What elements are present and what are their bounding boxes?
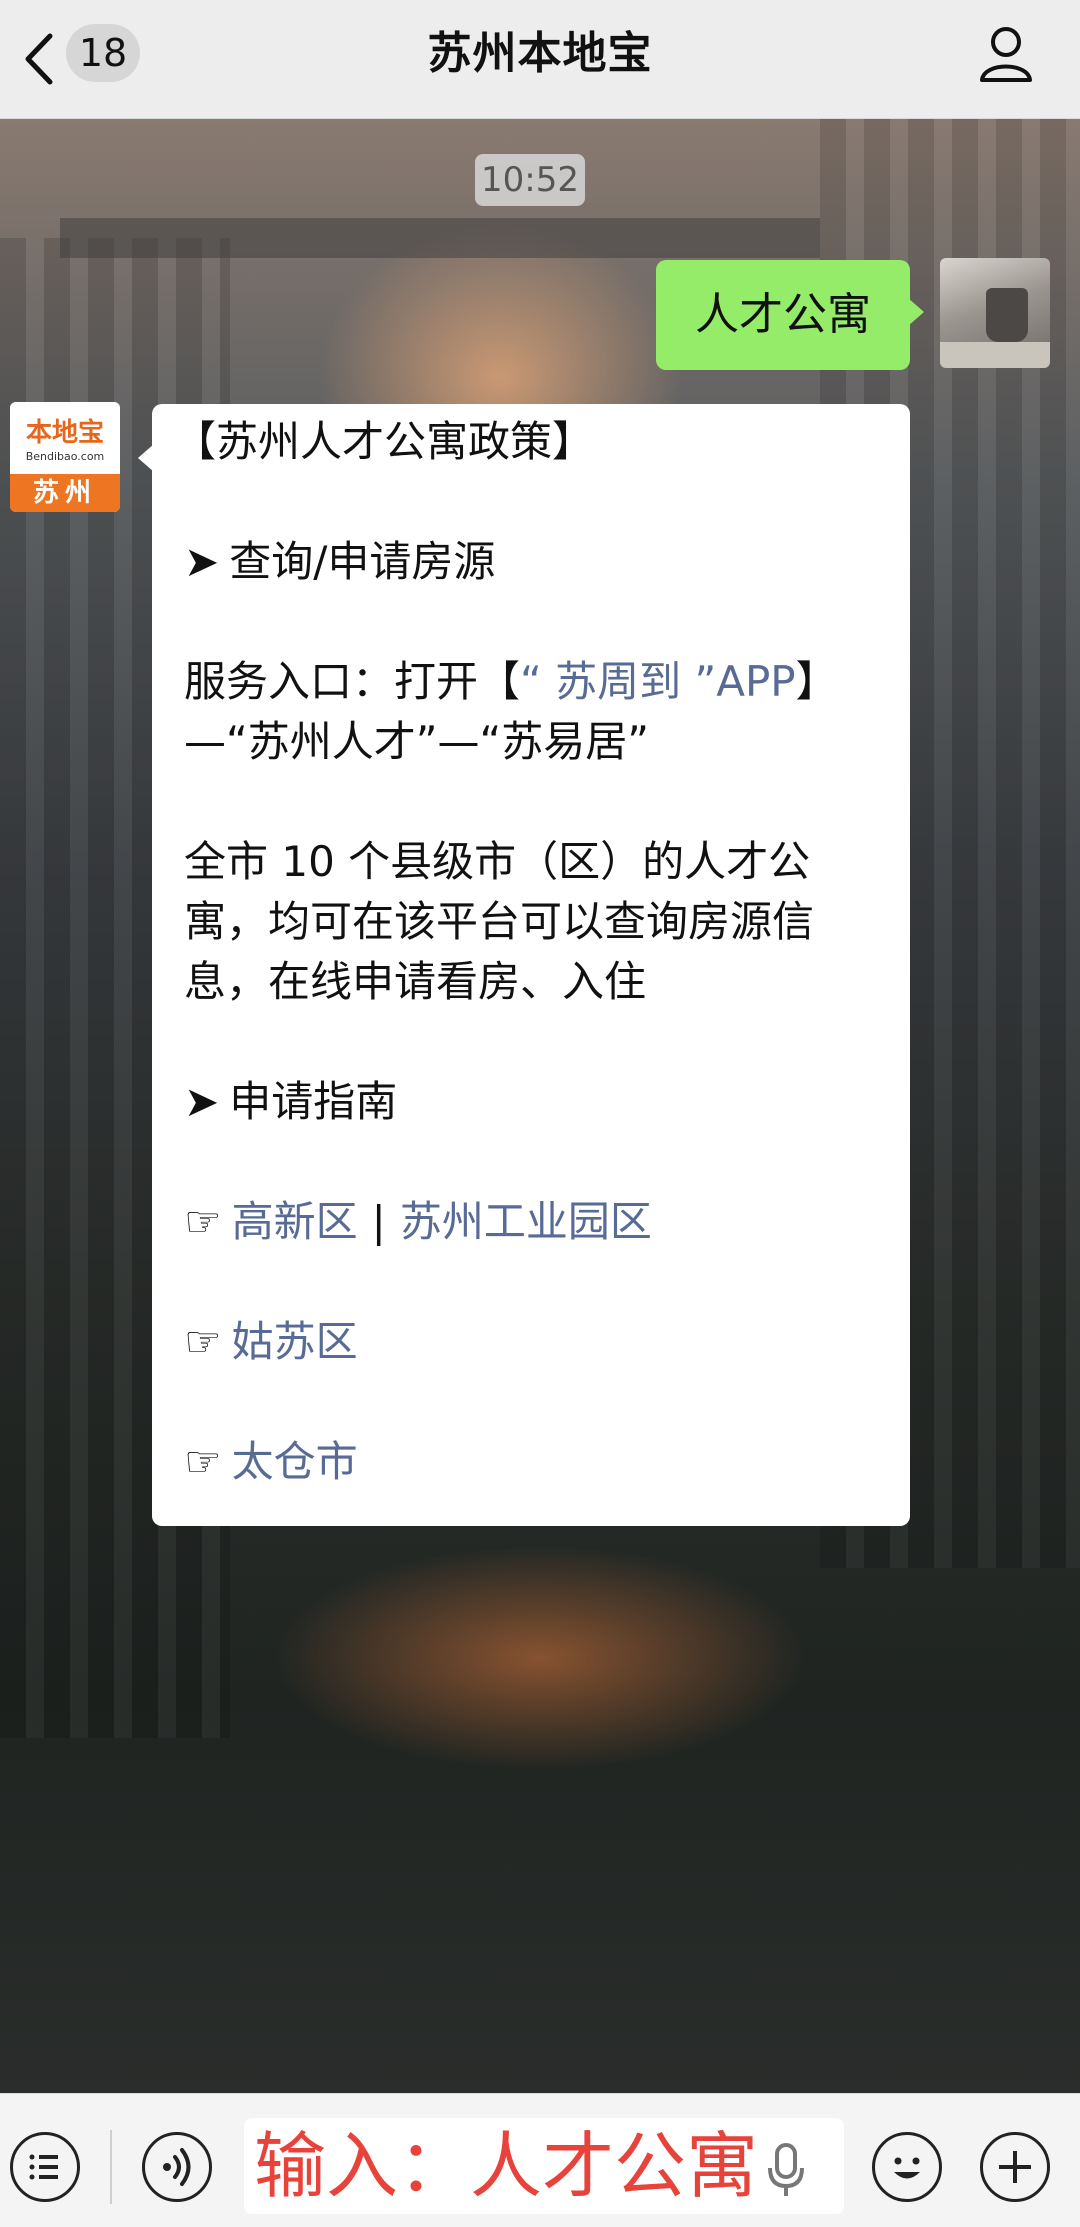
- arrow-icon: ➤: [184, 1077, 220, 1126]
- section-title: 查询/申请房源: [229, 537, 496, 586]
- guide-links-row: ☞ 姑苏区: [184, 1312, 358, 1372]
- voice-toggle-button[interactable]: [142, 2132, 212, 2202]
- title-bar: 18 苏州本地宝: [0, 0, 1080, 119]
- menu-list-icon: [29, 2154, 58, 2180]
- description-line: 息，在线申请看房、入住: [184, 957, 647, 1006]
- received-message-bubble[interactable]: 【苏州人才公寓政策】 ➤ 查询/申请房源 服务入口：打开【“ 苏周到 ”APP】 …: [138, 404, 910, 1526]
- message-input[interactable]: 输入：人才公寓: [244, 2118, 844, 2214]
- bot-avatar[interactable]: 本地宝 Bendibao.com 苏州: [10, 402, 120, 512]
- gusu-district-link[interactable]: 姑苏区: [232, 1317, 358, 1366]
- chat-title: 苏州本地宝: [427, 28, 653, 79]
- gaoxin-district-link[interactable]: 高新区: [232, 1197, 358, 1246]
- pointing-hand-icon: ☞: [184, 1197, 222, 1246]
- avatar-url-text: Bendibao.com: [25, 450, 105, 463]
- section-query-heading: ➤ 查询/申请房源: [184, 532, 495, 592]
- sent-message-bubble[interactable]: 人才公寓: [656, 260, 924, 370]
- avatar-city-text: 苏州: [10, 474, 120, 512]
- guide-links-row: ☞ 高新区 | 苏州工业园区: [184, 1192, 652, 1252]
- section-title: 申请指南: [229, 1077, 398, 1126]
- avatar-photo-detail: [940, 342, 1050, 368]
- emoji-button[interactable]: [872, 2132, 942, 2202]
- menu-button[interactable]: [10, 2132, 80, 2202]
- description-line: 全市 10 个县级市（区）的人才公: [184, 837, 811, 886]
- message-timestamp: 10:52: [475, 154, 585, 206]
- guide-links-row: ☞ 太仓市: [184, 1432, 358, 1492]
- industrial-park-link[interactable]: 苏州工业园区: [400, 1197, 652, 1246]
- pointing-hand-icon: ☞: [184, 1437, 222, 1486]
- reply-heading: 【苏州人才公寓政策】: [174, 417, 595, 466]
- input-bar: 输入：人才公寓: [0, 2093, 1080, 2227]
- link-separator: |: [371, 1197, 386, 1246]
- description-line: 寓，均可在该平台可以查询房源信: [184, 897, 815, 946]
- more-actions-button[interactable]: [980, 2132, 1050, 2202]
- pointing-hand-icon: ☞: [184, 1317, 222, 1366]
- arrow-icon: ➤: [184, 537, 220, 586]
- avatar-brand-text: 本地宝: [25, 418, 104, 448]
- emoji-icon: [894, 2157, 920, 2179]
- microphone-icon[interactable]: [764, 2142, 808, 2198]
- input-text: 输入：人才公寓: [254, 2124, 759, 2208]
- divider: [110, 2130, 112, 2204]
- section-guide-heading: ➤ 申请指南: [184, 1072, 397, 1132]
- avatar-photo-detail: [986, 288, 1028, 342]
- my-avatar[interactable]: [940, 258, 1050, 368]
- voice-icon: [163, 2148, 191, 2186]
- taicang-city-link[interactable]: 太仓市: [232, 1437, 358, 1486]
- suzhoudao-app-link[interactable]: “ 苏周到 ”APP: [520, 657, 796, 706]
- service-entry-line-2: —“苏州人才”—“苏易居”: [184, 717, 650, 766]
- plus-icon: [999, 2151, 1031, 2183]
- service-prefix: 服务入口：打开【: [184, 657, 521, 706]
- service-entry-line: 服务入口：打开【“ 苏周到 ”APP】: [184, 652, 838, 712]
- service-suffix: 】: [795, 657, 838, 706]
- profile-icon[interactable]: [978, 24, 1034, 84]
